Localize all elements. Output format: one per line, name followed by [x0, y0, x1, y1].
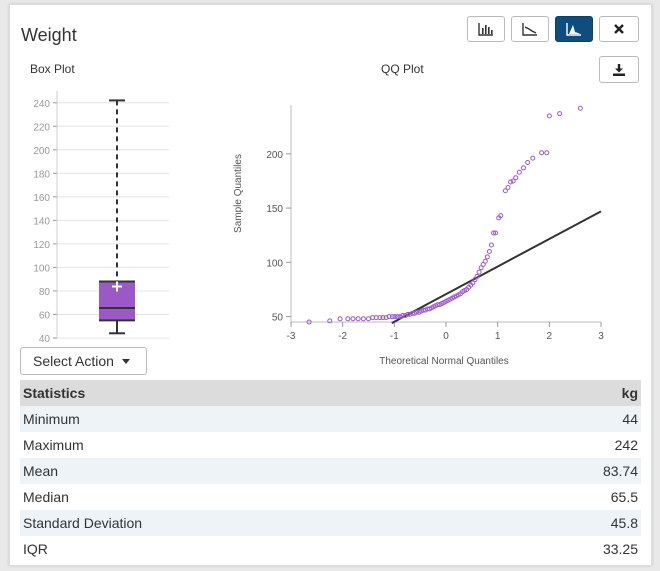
- y-tick-label: 40: [39, 334, 51, 345]
- x-tick-label: -3: [287, 331, 296, 342]
- select-action-dropdown[interactable]: Select Action: [20, 347, 147, 375]
- data-point: [476, 269, 482, 275]
- download-icon: [613, 63, 625, 76]
- column-header-statistics: Statistics: [20, 380, 488, 406]
- stat-value: 45.8: [487, 510, 641, 536]
- data-point: [544, 150, 550, 156]
- download-button[interactable]: [599, 56, 639, 83]
- data-point: [345, 316, 351, 322]
- data-point: [484, 254, 490, 260]
- y-tick-label: 120: [33, 240, 50, 251]
- y-tick-label: 100: [266, 258, 283, 269]
- y-axis-label: Sample Quantiles: [233, 154, 244, 233]
- bar-chart-icon: [478, 23, 493, 36]
- table-row: IQR 33.25: [20, 536, 641, 562]
- column-header-unit: kg: [487, 380, 641, 406]
- stat-value: 242: [487, 432, 641, 458]
- y-tick-label: 140: [33, 216, 50, 227]
- y-tick-label: 220: [33, 122, 50, 133]
- data-point: [539, 150, 545, 156]
- histogram-view-button[interactable]: [467, 16, 505, 42]
- table-row: Maximum 242: [20, 432, 641, 458]
- reference-line: [391, 210, 602, 324]
- data-point: [516, 169, 522, 175]
- stat-name: Minimum: [20, 406, 488, 432]
- caret-down-icon: [121, 358, 130, 364]
- close-icon: [614, 24, 624, 34]
- x-tick-label: 1: [495, 331, 501, 342]
- card-title: Weight: [21, 25, 77, 45]
- qq-plot-chart: -3 -2 -1 0 1 2 3 50 100 150 200 Theoretical Normal …: [233, 105, 604, 367]
- data-point: [488, 242, 494, 248]
- close-button[interactable]: [599, 16, 639, 42]
- area-view-button[interactable]: [555, 16, 593, 42]
- box-plot-chart: 40 60 80 100 120 140 160 180 200 220 240: [33, 91, 169, 345]
- data-point: [557, 111, 563, 117]
- x-tick-label: 2: [547, 331, 553, 342]
- y-tick-label: 50: [272, 313, 284, 324]
- x-tick-label: 3: [598, 331, 604, 342]
- line-chart-icon: [522, 23, 537, 36]
- table-header-row: Statistics kg: [20, 380, 641, 406]
- data-point: [546, 113, 552, 119]
- table-row: Standard Deviation 45.8: [20, 510, 641, 536]
- y-tick-label: 60: [39, 310, 51, 321]
- area-chart-icon: [566, 23, 581, 36]
- data-point: [482, 258, 488, 264]
- stat-name: Mean: [20, 458, 488, 484]
- stat-value: 33.25: [487, 536, 641, 562]
- x-tick-label: -1: [390, 331, 399, 342]
- y-tick-label: 180: [33, 169, 50, 180]
- y-tick-label: 100: [33, 263, 50, 274]
- stat-value: 83.74: [487, 458, 641, 484]
- y-tick-label: 200: [266, 150, 283, 161]
- data-point: [350, 316, 356, 322]
- data-point: [513, 175, 519, 181]
- stat-name: Maximum: [20, 432, 488, 458]
- x-tick-label: 0: [443, 331, 449, 342]
- select-action-label: Select Action: [33, 353, 114, 369]
- y-tick-label: 80: [39, 287, 51, 298]
- data-point: [337, 316, 343, 322]
- table-row: Median 65.5: [20, 484, 641, 510]
- y-tick-label: 240: [33, 99, 50, 110]
- data-point: [486, 248, 492, 254]
- stat-name: Median: [20, 484, 488, 510]
- x-axis-label: Theoretical Normal Quantiles: [379, 356, 509, 367]
- statistics-table: Statistics kg Minimum 44 Maximum 242 Mea…: [20, 380, 641, 562]
- box-plot-label: Box Plot: [30, 62, 75, 76]
- weight-card: Weight Box Plot QQ Plot 40 60 80 100 120…: [9, 4, 652, 566]
- y-tick-label: 150: [266, 204, 283, 215]
- stat-name: IQR: [20, 536, 488, 562]
- data-point: [521, 165, 526, 171]
- data-point: [366, 316, 371, 322]
- table-row: Mean 83.74: [20, 458, 641, 484]
- x-tick-label: -2: [338, 331, 347, 342]
- stat-value: 44: [487, 406, 641, 432]
- data-point: [525, 160, 531, 166]
- table-row: Minimum 44: [20, 406, 641, 432]
- qq-plot-label: QQ Plot: [381, 62, 424, 76]
- data-point: [530, 155, 536, 161]
- data-point: [360, 316, 366, 322]
- data-point: [577, 105, 583, 111]
- stat-name: Standard Deviation: [20, 510, 488, 536]
- data-point: [355, 316, 361, 322]
- line-view-button[interactable]: [511, 16, 549, 42]
- data-point: [505, 184, 511, 190]
- y-tick-label: 200: [33, 146, 50, 157]
- stat-value: 65.5: [487, 484, 641, 510]
- y-tick-label: 160: [33, 193, 50, 204]
